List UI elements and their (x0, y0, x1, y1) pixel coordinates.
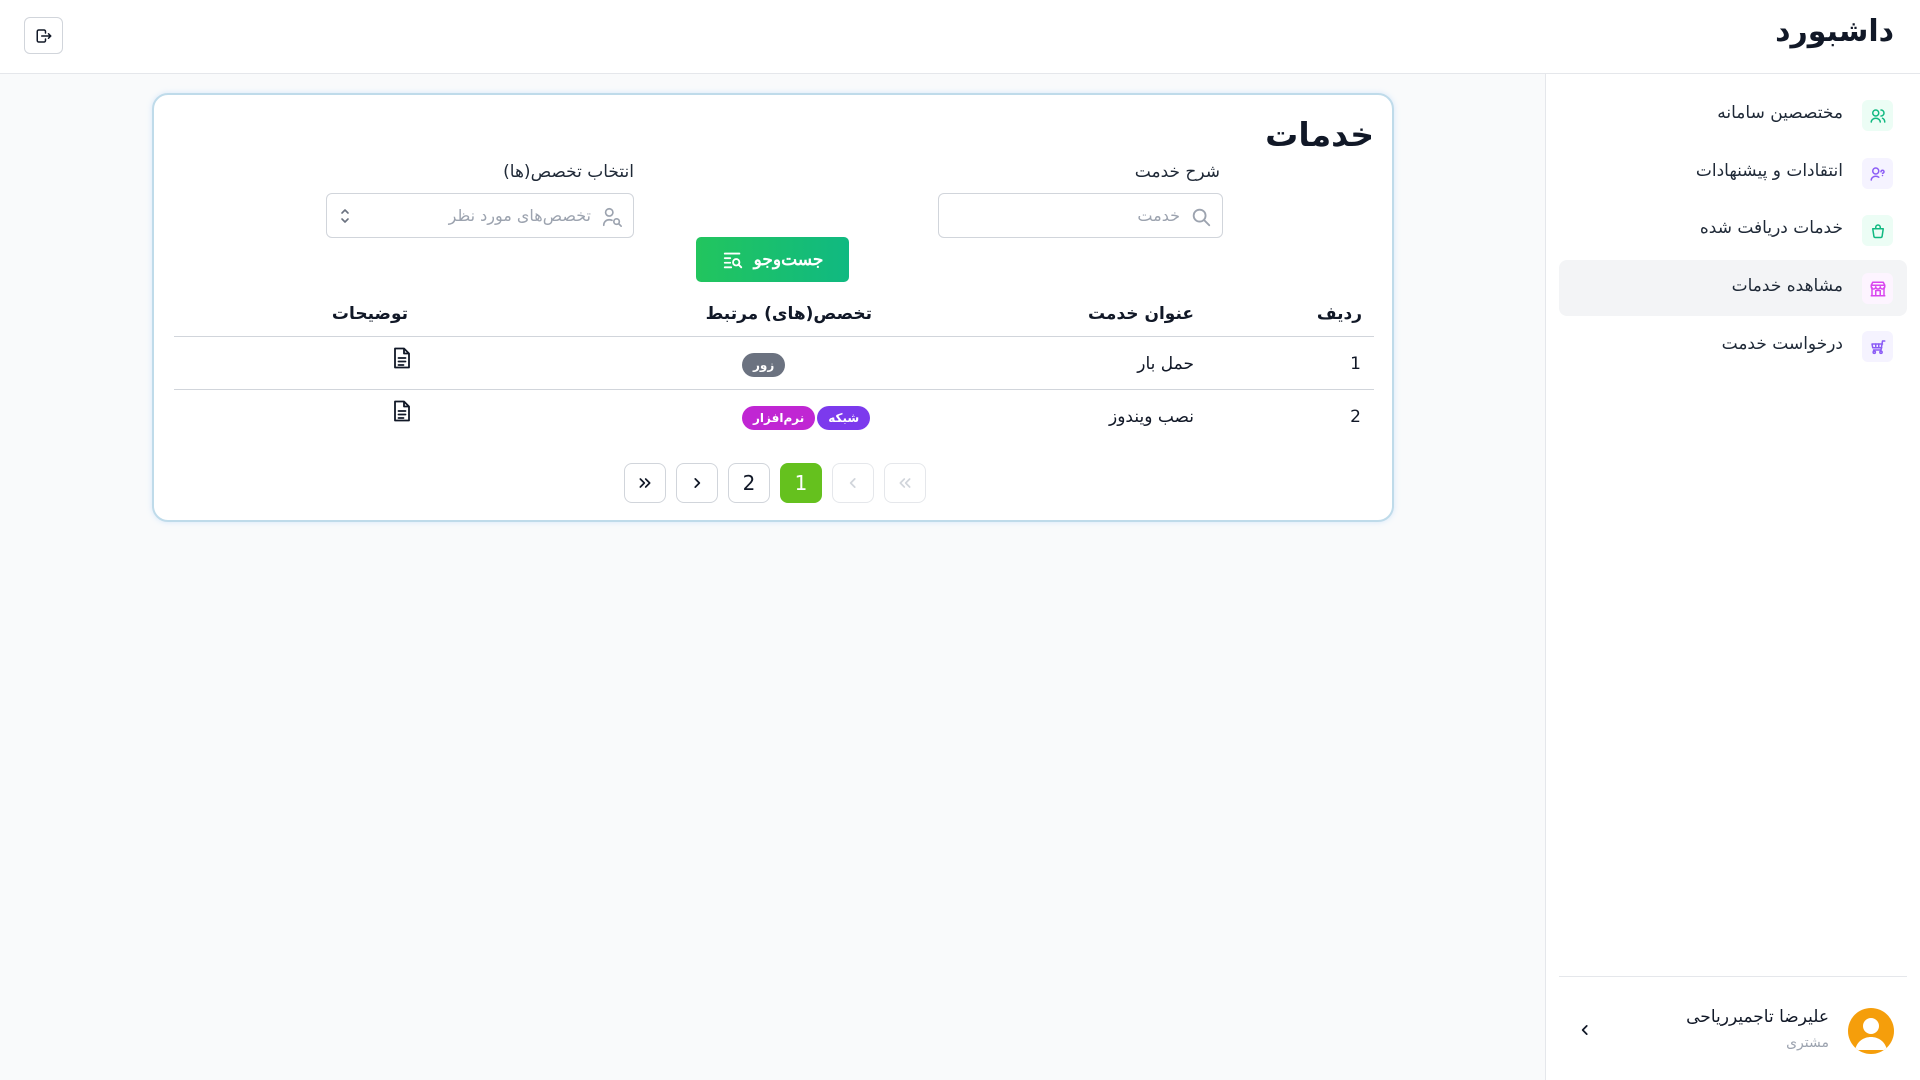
user-question-icon (1862, 158, 1893, 189)
table-row[interactable]: 1 حمل بار زور (174, 337, 1374, 390)
user-panel: علیرضا تاجمیرریاحی مشتری (1559, 976, 1907, 1080)
store-icon (1862, 273, 1893, 304)
services-card: خدمات شرح خدمت انتخاب تخصص(ها) جست‌وجو ر… (152, 93, 1394, 522)
service-title: نصب ویندوز (1109, 407, 1194, 427)
brand-title: داشبورد (1775, 14, 1894, 49)
sidebar-item-label: انتقادات و پیشنهادات (1695, 161, 1843, 181)
sidebar-item-label: مشاهده خدمات (1731, 276, 1843, 296)
search-button-label: جست‌وجو (753, 249, 824, 269)
specialty-badge: زور (742, 353, 786, 377)
user-role: مشتری (1786, 1035, 1829, 1051)
last-page-button[interactable] (624, 463, 666, 503)
current-page-button[interactable]: 1 (780, 463, 822, 503)
specialty-badges: زور (742, 353, 786, 377)
chevron-left-icon (1581, 1025, 1588, 1035)
cart-icon (1862, 331, 1893, 362)
basket-icon (1862, 215, 1893, 246)
specialty-label: انتخاب تخصص(ها) (503, 162, 634, 182)
header-specialties: تخصص(های) مرتبط (705, 304, 872, 324)
first-page-button (884, 463, 926, 503)
search-button[interactable]: جست‌وجو (696, 237, 849, 282)
top-header: داشبورد (0, 0, 1920, 74)
chevrons-right-icon (639, 478, 651, 488)
header-notes: توضیحات (331, 304, 408, 324)
row-index: 1 (1350, 354, 1361, 374)
sidebar-item-request-service[interactable]: درخواست خدمت (1559, 318, 1907, 374)
chevron-left-icon (849, 478, 856, 488)
sidebar-item-label: مختصصین سامانه (1717, 103, 1843, 123)
logout-icon (36, 28, 51, 43)
specialty-badges: نرم‌افزار شبکه (742, 406, 871, 430)
table-header: ردیف عنوان خدمت تخصص(های) مرتبط توضیحات (174, 295, 1374, 337)
sidebar-item-received-services[interactable]: خدمات دریافت شده (1559, 202, 1907, 258)
document-icon[interactable] (392, 400, 412, 422)
header-row-number: ردیف (1316, 304, 1362, 324)
description-field[interactable] (938, 193, 1223, 238)
specialty-input[interactable] (371, 194, 591, 237)
header-service-title: عنوان خدمت (1087, 304, 1194, 324)
specialty-badge: نرم‌افزار (742, 406, 816, 430)
logout-button[interactable] (24, 17, 63, 54)
sidebar-item-label: درخواست خدمت (1721, 334, 1843, 354)
specialty-select[interactable] (326, 193, 634, 238)
pagination: 2 1 (624, 463, 926, 503)
user-search-icon (602, 207, 622, 227)
sidebar-item-view-services[interactable]: مشاهده خدمات (1559, 260, 1907, 316)
table-row[interactable]: 2 نصب ویندوز نرم‌افزار شبکه (174, 390, 1374, 443)
search-icon (1192, 208, 1211, 227)
description-input[interactable] (950, 194, 1180, 237)
page-title: خدمات (1265, 115, 1374, 154)
next-page-button[interactable] (676, 463, 718, 503)
specialty-badge: شبکه (817, 406, 871, 430)
users-icon (1862, 100, 1893, 131)
chevron-right-icon (694, 478, 701, 488)
avatar[interactable] (1848, 1008, 1894, 1054)
description-label: شرح خدمت (1134, 162, 1220, 182)
list-search-icon (723, 252, 742, 268)
sidebar-item-specialists[interactable]: مختصصین سامانه (1559, 87, 1907, 143)
service-title: حمل بار (1137, 354, 1194, 374)
collapse-sidebar-button[interactable] (1575, 1020, 1595, 1040)
page-button[interactable]: 2 (728, 463, 770, 503)
previous-page-button (832, 463, 874, 503)
sidebar-item-label: خدمات دریافت شده (1699, 218, 1843, 238)
sidebar: مختصصین سامانه انتقادات و پیشنهادات خدما… (1545, 74, 1920, 1080)
sidebar-item-feedback[interactable]: انتقادات و پیشنهادات (1559, 145, 1907, 201)
chevron-updown-icon (341, 209, 349, 223)
user-name: علیرضا تاجمیرریاحی (1686, 1007, 1829, 1027)
row-index: 2 (1350, 407, 1361, 427)
document-icon[interactable] (392, 347, 412, 369)
chevrons-left-icon (899, 478, 911, 488)
